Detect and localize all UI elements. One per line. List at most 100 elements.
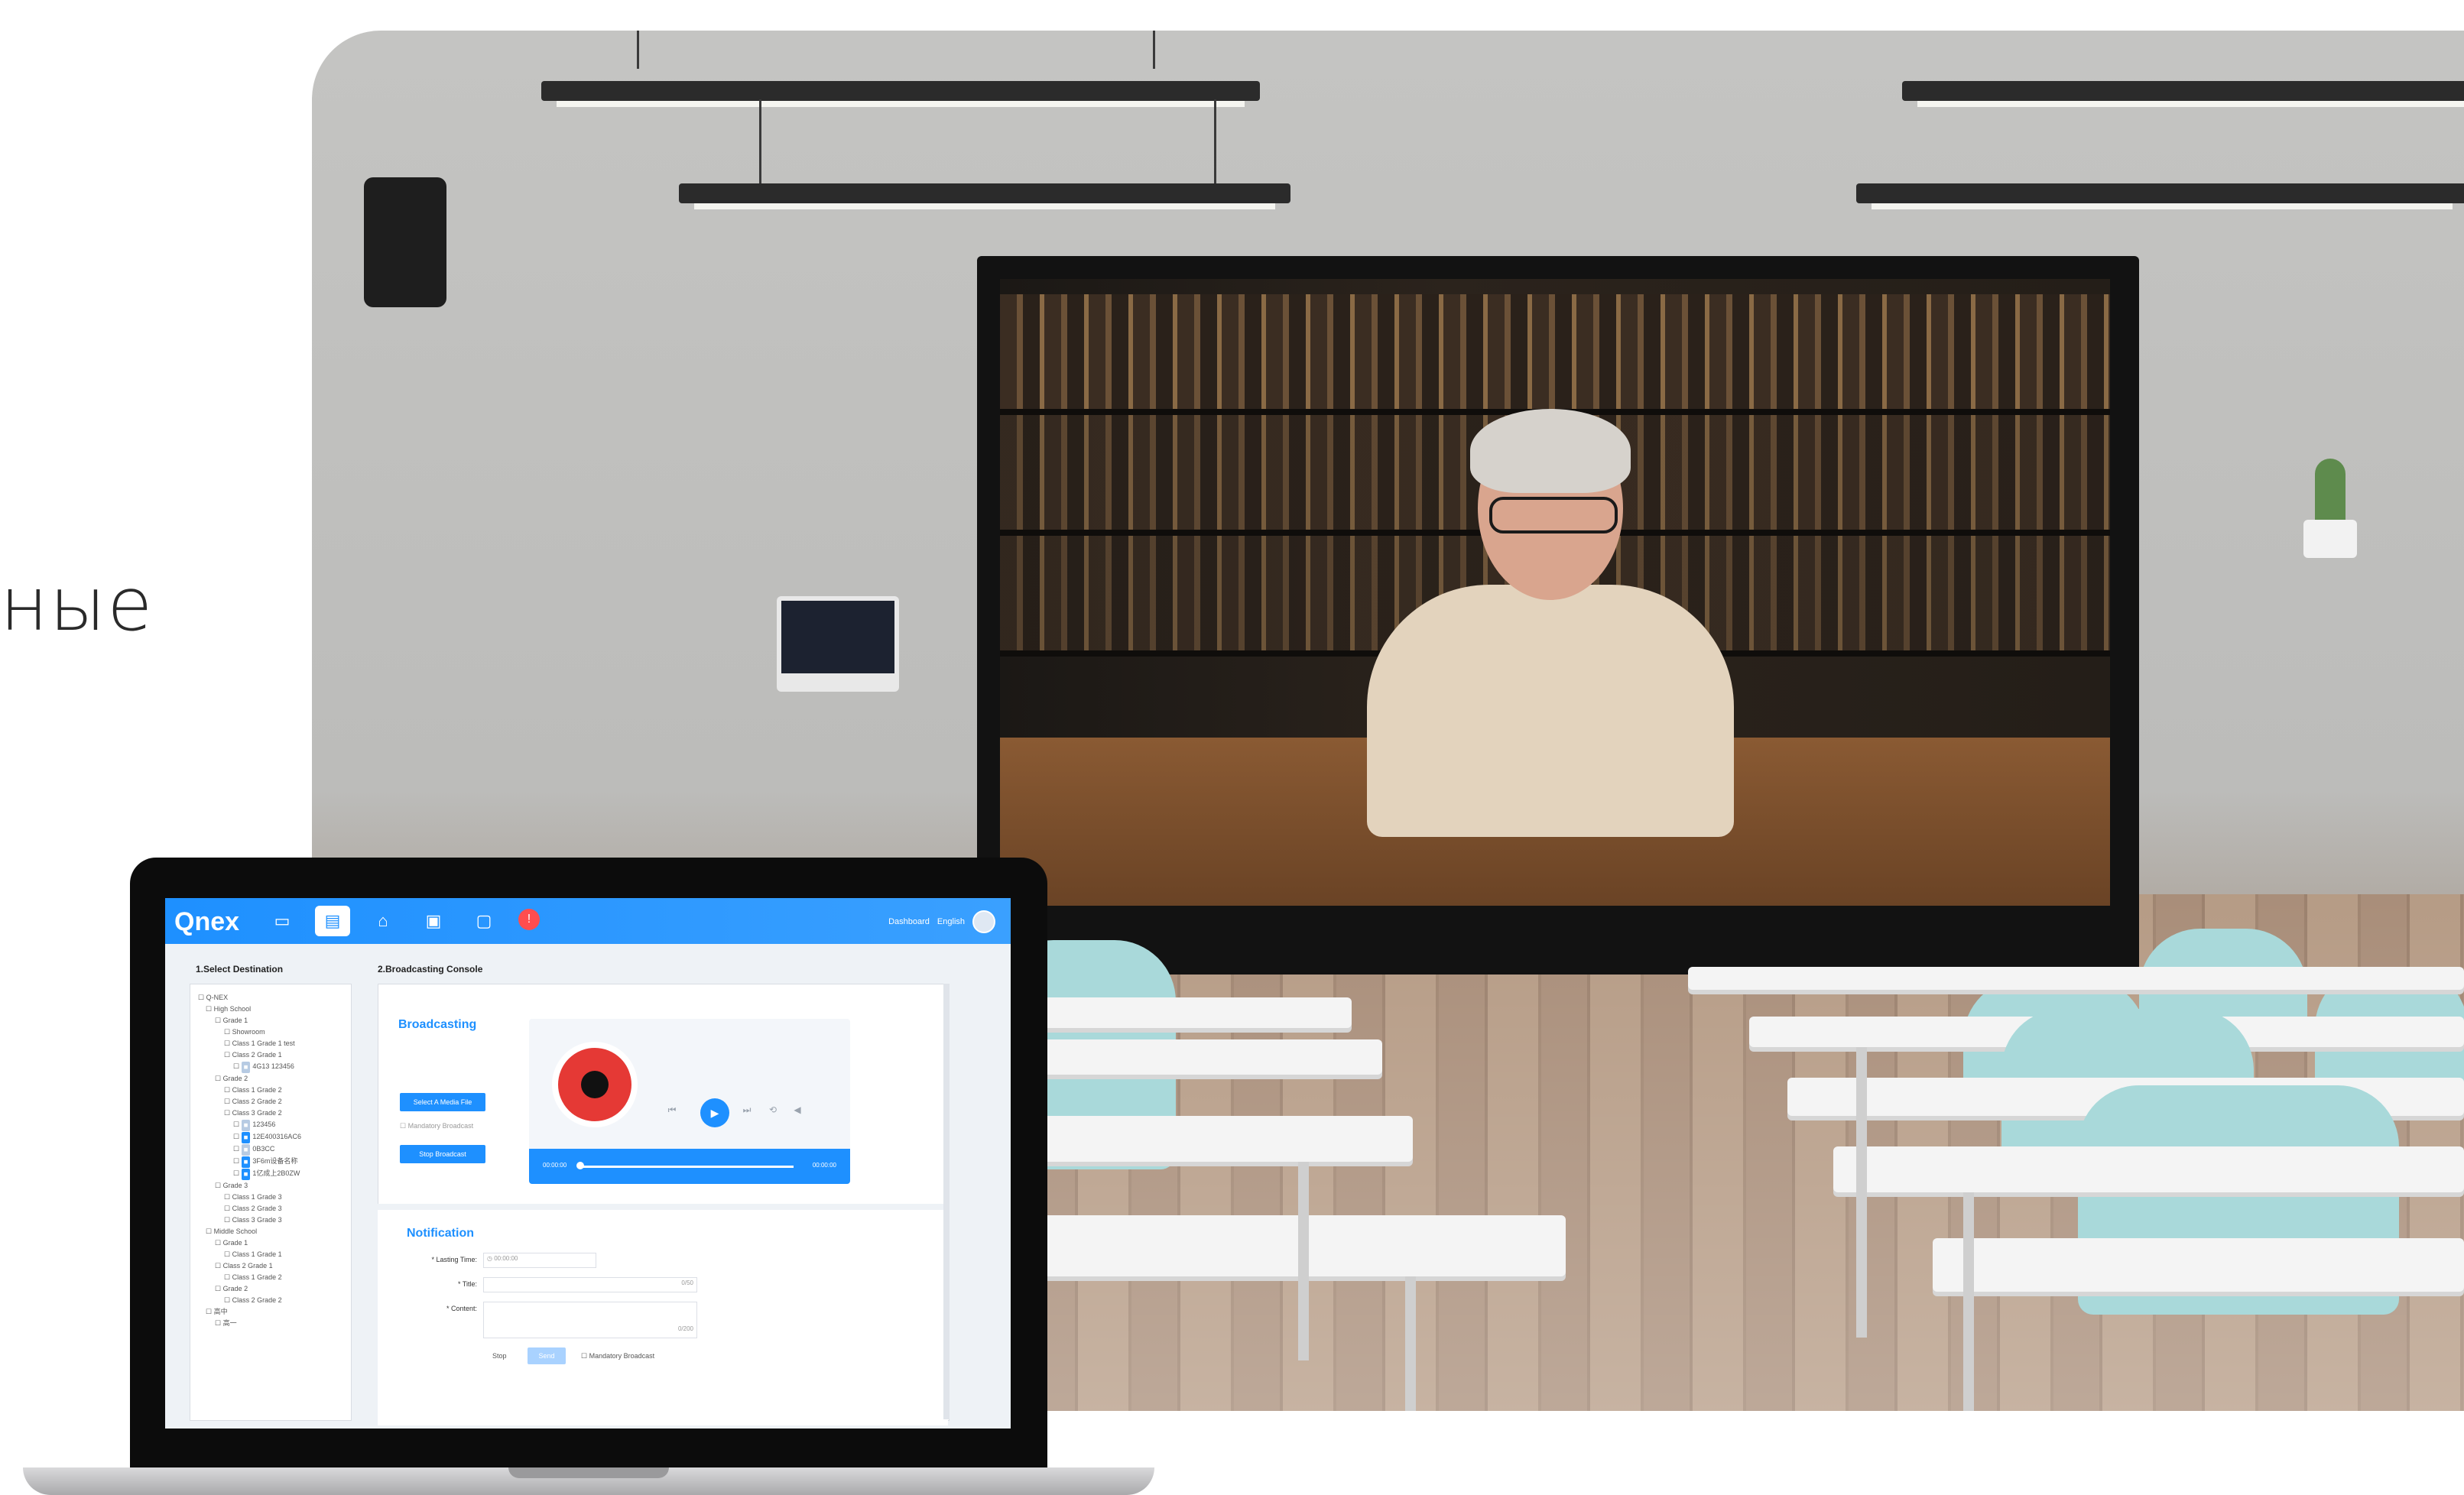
dashboard-link[interactable]: Dashboard	[888, 917, 930, 926]
tree-checkbox[interactable]: ☐	[198, 994, 206, 1001]
tree-node[interactable]: ☐ Class 1 Grade 1 test	[198, 1038, 343, 1049]
tree-node[interactable]: ☐ Class 1 Grade 2	[198, 1272, 343, 1283]
tree-checkbox[interactable]: ☐	[215, 1182, 223, 1189]
tree-node[interactable]: ☐ Class 2 Grade 2	[198, 1096, 343, 1107]
lamp-wire	[759, 99, 761, 183]
tree-node[interactable]: ☐ 高一	[198, 1318, 343, 1329]
tree-checkbox[interactable]: ☐	[215, 1017, 223, 1024]
tree-node[interactable]: ☐ 高中	[198, 1306, 343, 1318]
tree-checkbox[interactable]: ☐	[233, 1062, 242, 1070]
progress-knob[interactable]	[576, 1162, 584, 1169]
tree-node[interactable]: ☐ Class 2 Grade 2	[198, 1295, 343, 1306]
tree-checkbox[interactable]: ☐	[206, 1308, 214, 1315]
content-input[interactable]: 0/200	[483, 1302, 697, 1338]
nav-broadcast-icon[interactable]: ▤	[315, 906, 350, 936]
tree-node[interactable]: ☐ Class 3 Grade 3	[198, 1214, 343, 1226]
tree-node[interactable]: ☐ Middle School	[198, 1226, 343, 1237]
title-input[interactable]: 0/50	[483, 1277, 697, 1292]
top-navigation-bar: Qnex ▭ ▤ ⌂ ▣ ▢ ! Dashboard English	[165, 898, 1011, 944]
tree-checkbox[interactable]: ☐	[224, 1039, 232, 1047]
alarm-icon[interactable]: !	[518, 909, 540, 930]
tree-node-label: Class 2 Grade 1	[232, 1051, 282, 1059]
laptop-notch	[508, 1467, 669, 1478]
tree-checkbox[interactable]: ☐	[224, 1296, 232, 1304]
tree-checkbox[interactable]: ☐	[224, 1086, 232, 1094]
tree-checkbox[interactable]: ☐	[215, 1319, 223, 1327]
tree-node[interactable]: ☐ ◼ 0B3CC	[198, 1143, 343, 1156]
nav-building-icon[interactable]: ⌂	[365, 906, 401, 936]
tree-checkbox[interactable]: ☐	[215, 1262, 223, 1270]
tree-checkbox[interactable]: ☐	[206, 1227, 214, 1235]
progress-track[interactable]	[579, 1166, 794, 1168]
tree-node[interactable]: ☐ Class 2 Grade 1	[198, 1049, 343, 1061]
tree-checkbox[interactable]: ☐	[224, 1205, 232, 1212]
tree-node[interactable]: ☐ Class 1 Grade 3	[198, 1192, 343, 1203]
tree-checkbox[interactable]: ☐	[233, 1145, 242, 1153]
skip-back-icon[interactable]: ⏮	[664, 1101, 680, 1118]
stop-broadcast-button[interactable]: Stop Broadcast	[400, 1145, 485, 1163]
tree-checkbox[interactable]: ☐	[215, 1239, 223, 1247]
tree-node[interactable]: ☐ Showroom	[198, 1026, 343, 1038]
tree-checkbox[interactable]: ☐	[224, 1109, 232, 1117]
nav-classroom-icon[interactable]: ▭	[265, 906, 300, 936]
tree-node[interactable]: ☐ Class 1 Grade 1	[198, 1249, 343, 1260]
tree-node[interactable]: ☐ Class 1 Grade 2	[198, 1085, 343, 1096]
tree-node-label: Class 2 Grade 2	[232, 1098, 282, 1105]
ceiling-lamp	[541, 81, 1260, 107]
loop-icon[interactable]: ⟲	[765, 1101, 781, 1118]
tree-checkbox[interactable]: ☐	[224, 1250, 232, 1258]
tree-node[interactable]: ☐ Q-NEX	[198, 992, 343, 1004]
tree-node[interactable]: ☐ Class 2 Grade 1	[198, 1260, 343, 1272]
tree-checkbox[interactable]: ☐	[224, 1193, 232, 1201]
destination-tree[interactable]: ☐ Q-NEX ☐ High School ☐ Grade 1 ☐ Showroom ☐…	[198, 992, 343, 1329]
tree-node[interactable]: ☐ Grade 3	[198, 1180, 343, 1192]
tree-checkbox[interactable]: ☐	[233, 1157, 242, 1165]
tree-checkbox[interactable]: ☐	[206, 1005, 214, 1013]
tree-node[interactable]: ☐ ◼ 1亿成上2B0ZW	[198, 1168, 343, 1180]
tree-node-label: 4G13 123456	[252, 1062, 294, 1070]
tree-node[interactable]: ☐ Grade 2	[198, 1283, 343, 1295]
notification-stop-button[interactable]: Stop	[492, 1352, 507, 1360]
tree-checkbox[interactable]: ☐	[215, 1285, 223, 1292]
avatar[interactable]	[972, 910, 995, 933]
tree-checkbox[interactable]: ☐	[224, 1098, 232, 1105]
console-scrollbar[interactable]	[943, 984, 950, 1419]
notification-send-button[interactable]: Send	[528, 1347, 566, 1364]
ceiling-lamp	[1902, 81, 2464, 107]
tree-checkbox[interactable]: ☐	[215, 1075, 223, 1082]
skip-forward-icon[interactable]: ⏭	[739, 1101, 755, 1118]
tree-node[interactable]: ☐ Grade 1	[198, 1237, 343, 1249]
tree-node[interactable]: ☐ Grade 2	[198, 1073, 343, 1085]
broadcasting-heading: Broadcasting	[398, 1018, 477, 1031]
tree-node[interactable]: ☐ High School	[198, 1004, 343, 1015]
tree-checkbox[interactable]: ☐	[224, 1273, 232, 1281]
nav-right-group: Dashboard English	[888, 910, 995, 933]
tree-checkbox[interactable]: ☐	[233, 1169, 242, 1177]
tree-checkbox[interactable]: ☐	[224, 1216, 232, 1224]
notification-mandatory-checkbox[interactable]: ☐ Mandatory Broadcast	[581, 1352, 654, 1360]
volume-icon[interactable]: ◀	[789, 1101, 806, 1118]
select-media-file-button[interactable]: Select A Media File	[400, 1093, 485, 1111]
mandatory-broadcast-checkbox[interactable]: ☐ Mandatory Broadcast	[400, 1122, 473, 1130]
tree-node[interactable]: ☐ ◼ 12E400316AC6	[198, 1131, 343, 1143]
tree-node-label: Showroom	[232, 1028, 265, 1036]
device-tag-icon: ◼	[241, 1120, 251, 1131]
tree-node[interactable]: ☐ Class 3 Grade 2	[198, 1107, 343, 1119]
nav-device-icon[interactable]: ▣	[416, 906, 451, 936]
tree-node-label: Class 1 Grade 3	[232, 1193, 282, 1201]
lasting-time-input[interactable]: ◷ 00:00:00	[483, 1253, 596, 1268]
nav-monitor-icon[interactable]: ▢	[466, 906, 502, 936]
tree-checkbox[interactable]: ☐	[233, 1120, 242, 1128]
tree-checkbox[interactable]: ☐	[233, 1133, 242, 1140]
tree-checkbox[interactable]: ☐	[224, 1028, 232, 1036]
tree-checkbox[interactable]: ☐	[224, 1051, 232, 1059]
tree-node[interactable]: ☐ ◼ 123456	[198, 1119, 343, 1131]
teacher	[1313, 409, 1787, 837]
classroom-desk	[1000, 997, 1352, 1028]
tree-node[interactable]: ☐ ◼ 4G13 123456	[198, 1061, 343, 1073]
tree-node[interactable]: ☐ Class 2 Grade 3	[198, 1203, 343, 1214]
language-select[interactable]: English	[937, 917, 965, 926]
tree-node[interactable]: ☐ Grade 1	[198, 1015, 343, 1026]
play-button[interactable]: ▶	[700, 1098, 729, 1127]
tree-node[interactable]: ☐ ◼ 3F6m设备名称	[198, 1156, 343, 1168]
